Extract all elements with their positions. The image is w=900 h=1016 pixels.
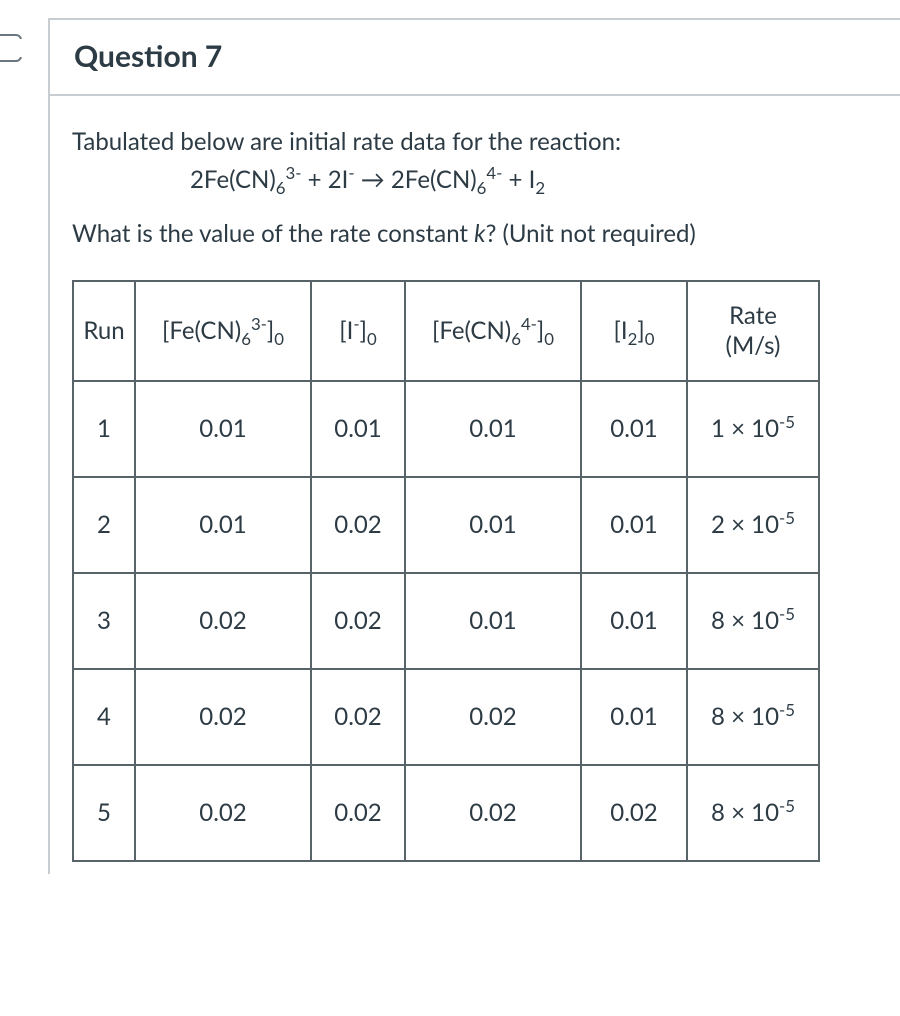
followup-pre: What is the value of the rate constant (72, 219, 474, 248)
cell-rate: 8 × 10-5 (687, 765, 819, 861)
col-header-i: [I-]0 (311, 281, 405, 381)
table-row: 30.020.020.010.018 × 10-5 (73, 573, 819, 669)
rate-data-table: Run [Fe(CN)63-]0 [I-]0 [Fe(CN)64-]0 [I2]… (72, 280, 820, 862)
cell-i2: 0.01 (581, 381, 687, 477)
col-header-fe4: [Fe(CN)64-]0 (405, 281, 581, 381)
cell-fe4: 0.01 (405, 381, 581, 477)
intro-text: Tabulated below are initial rate data fo… (72, 124, 878, 160)
table-row: 20.010.020.010.012 × 10-5 (73, 477, 819, 573)
reaction-equation: 2Fe(CN)63- + 2I- → 2Fe(CN)64- + I2 (72, 162, 878, 198)
cell-i2: 0.01 (581, 477, 687, 573)
cell-rate: 8 × 10-5 (687, 669, 819, 765)
cell-rate: 1 × 10-5 (687, 381, 819, 477)
followup-text: What is the value of the rate constant k… (72, 216, 878, 252)
cell-fe4: 0.02 (405, 669, 581, 765)
followup-post: ? (Unit not required) (486, 219, 696, 248)
cell-run: 2 (73, 477, 135, 573)
page: Question 7 Tabulated below are initial r… (0, 0, 900, 1016)
cell-i: 0.01 (311, 381, 405, 477)
cell-run: 4 (73, 669, 135, 765)
cell-rate: 8 × 10-5 (687, 573, 819, 669)
cell-fe3: 0.01 (135, 381, 311, 477)
cell-fe4: 0.01 (405, 573, 581, 669)
cell-fe3: 0.02 (135, 573, 311, 669)
question-title: Question 7 (50, 20, 900, 96)
cell-i: 0.02 (311, 573, 405, 669)
col-header-fe3: [Fe(CN)63-]0 (135, 281, 311, 381)
cell-fe3: 0.02 (135, 765, 311, 861)
table-body: 10.010.010.010.011 × 10-520.010.020.010.… (73, 381, 819, 861)
cell-rate: 2 × 10-5 (687, 477, 819, 573)
cell-fe4: 0.02 (405, 765, 581, 861)
cell-i2: 0.01 (581, 573, 687, 669)
cell-i: 0.02 (311, 477, 405, 573)
table-row: 40.020.020.020.018 × 10-5 (73, 669, 819, 765)
rate-label: Rate (696, 301, 810, 331)
cell-fe3: 0.02 (135, 669, 311, 765)
col-header-i2: [I2]0 (581, 281, 687, 381)
cell-run: 5 (73, 765, 135, 861)
question-body: Tabulated below are initial rate data fo… (50, 96, 900, 874)
sidebar-toggle-icon[interactable] (0, 34, 22, 62)
cell-i: 0.02 (311, 765, 405, 861)
table-header-row: Run [Fe(CN)63-]0 [I-]0 [Fe(CN)64-]0 [I2]… (73, 281, 819, 381)
table-row: 10.010.010.010.011 × 10-5 (73, 381, 819, 477)
col-header-run: Run (73, 281, 135, 381)
cell-i2: 0.01 (581, 669, 687, 765)
col-header-rate: Rate (M/s) (687, 281, 819, 381)
cell-fe4: 0.01 (405, 477, 581, 573)
rate-constant-symbol: k (474, 219, 485, 248)
cell-i: 0.02 (311, 669, 405, 765)
cell-fe3: 0.01 (135, 477, 311, 573)
question-card: Question 7 Tabulated below are initial r… (48, 18, 900, 874)
cell-run: 1 (73, 381, 135, 477)
table-row: 50.020.020.020.028 × 10-5 (73, 765, 819, 861)
cell-i2: 0.02 (581, 765, 687, 861)
rate-units: (M/s) (696, 331, 810, 361)
cell-run: 3 (73, 573, 135, 669)
